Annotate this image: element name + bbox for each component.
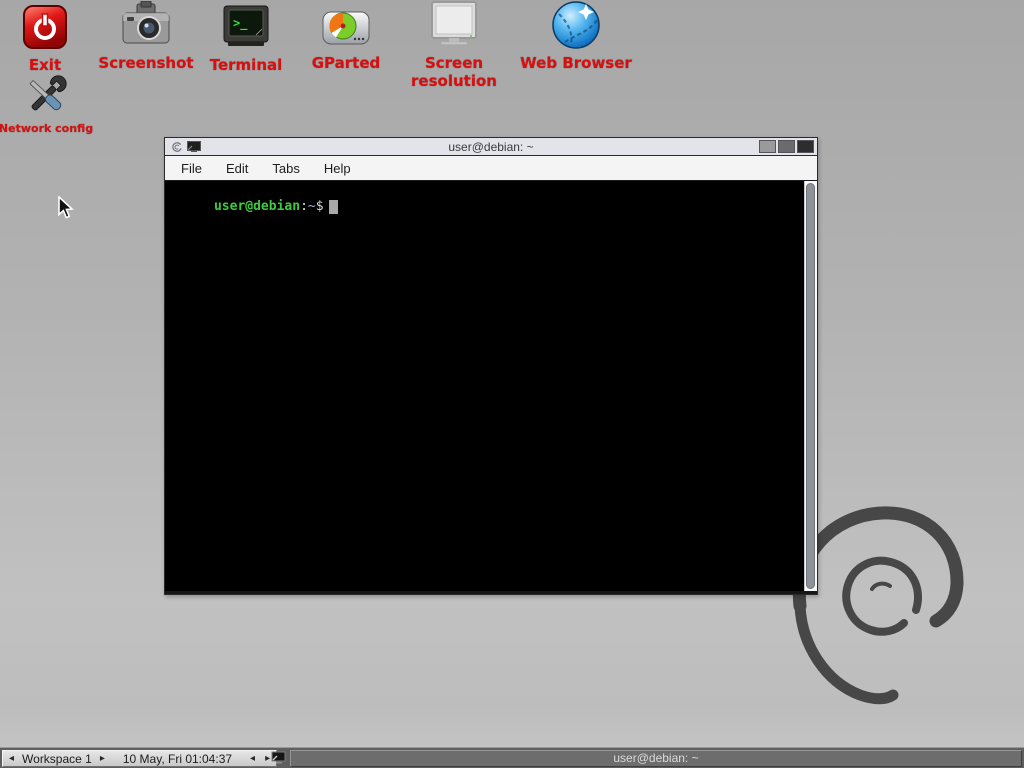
monitor-icon	[428, 1, 480, 49]
text-cursor	[329, 200, 338, 214]
show-desktop-icon[interactable]	[271, 751, 287, 765]
desktop-icon-exit[interactable]: Exit	[0, 2, 95, 74]
desktop-icon-screen-resolution[interactable]: Screen resolution	[384, 0, 524, 90]
desktop-icon-label: Screenshot	[96, 54, 196, 72]
menu-help[interactable]: Help	[312, 161, 363, 176]
desktop-icon-label: Screen resolution	[384, 54, 524, 90]
globe-icon	[551, 0, 601, 50]
scrollbar-track[interactable]	[804, 181, 817, 591]
desktop-icon-web-browser[interactable]: Web Browser	[516, 0, 636, 72]
workspace-prev-arrow[interactable]: ◂	[7, 753, 16, 764]
desktop-icon-label: Network config	[0, 122, 96, 135]
svg-text:>_: >_	[233, 16, 248, 31]
window-title: user@debian: ~	[165, 140, 817, 154]
menu-edit[interactable]: Edit	[214, 161, 260, 176]
workspace-next-arrow[interactable]: ▸	[98, 753, 107, 764]
menu-bar: File Edit Tabs Help	[165, 156, 817, 181]
task-button-terminal[interactable]: user@debian: ~	[290, 750, 1022, 767]
debian-swirl-icon	[171, 141, 182, 153]
taskbar-left-panel: ◂ Workspace 1 ▸ 10 May, Fri 01:04:37 ◂ ▸	[2, 750, 277, 767]
terminal-window: user@debian: ~ File Edit Tabs Help user@…	[164, 137, 818, 595]
menu-tabs[interactable]: Tabs	[260, 161, 311, 176]
power-icon	[23, 5, 67, 49]
clock: 10 May, Fri 01:04:37	[123, 752, 232, 766]
camera-icon	[121, 1, 171, 49]
mouse-cursor	[57, 196, 75, 220]
desktop-icon-network-config[interactable]: Network config	[0, 72, 96, 135]
task-prev-arrow[interactable]: ◂	[248, 753, 257, 764]
window-app-icon	[187, 141, 201, 152]
crt-terminal-icon: >_	[222, 5, 270, 49]
menu-file[interactable]: File	[169, 161, 214, 176]
maximize-button[interactable]	[778, 140, 795, 153]
terminal-screen[interactable]: user@debian:~$	[165, 181, 817, 594]
prompt-user-host: user@debian	[214, 199, 300, 214]
scrollbar-thumb[interactable]	[806, 183, 815, 589]
prompt-symbol: $	[316, 199, 324, 214]
desktop-icon-label: Web Browser	[516, 54, 636, 72]
window-titlebar[interactable]: user@debian: ~	[165, 138, 817, 156]
close-button[interactable]	[797, 140, 814, 153]
prompt-separator: :	[300, 199, 308, 214]
desktop-icon-gparted[interactable]: GParted	[296, 6, 396, 72]
desktop-icon-terminal[interactable]: >_ Terminal	[196, 2, 296, 74]
prompt-path: ~	[308, 199, 316, 214]
desktop-icon-label: GParted	[296, 54, 396, 72]
desktop-icon-label: Terminal	[196, 56, 296, 74]
desktop-icon-screenshot[interactable]: Screenshot	[96, 0, 196, 72]
taskbar: ◂ Workspace 1 ▸ 10 May, Fri 01:04:37 ◂ ▸…	[0, 747, 1024, 768]
disk-partition-icon	[322, 8, 370, 48]
shell-prompt: user@debian:~$	[167, 184, 338, 229]
tools-icon	[22, 72, 70, 120]
workspace-label[interactable]: Workspace 1	[22, 752, 92, 766]
minimize-button[interactable]	[759, 140, 776, 153]
